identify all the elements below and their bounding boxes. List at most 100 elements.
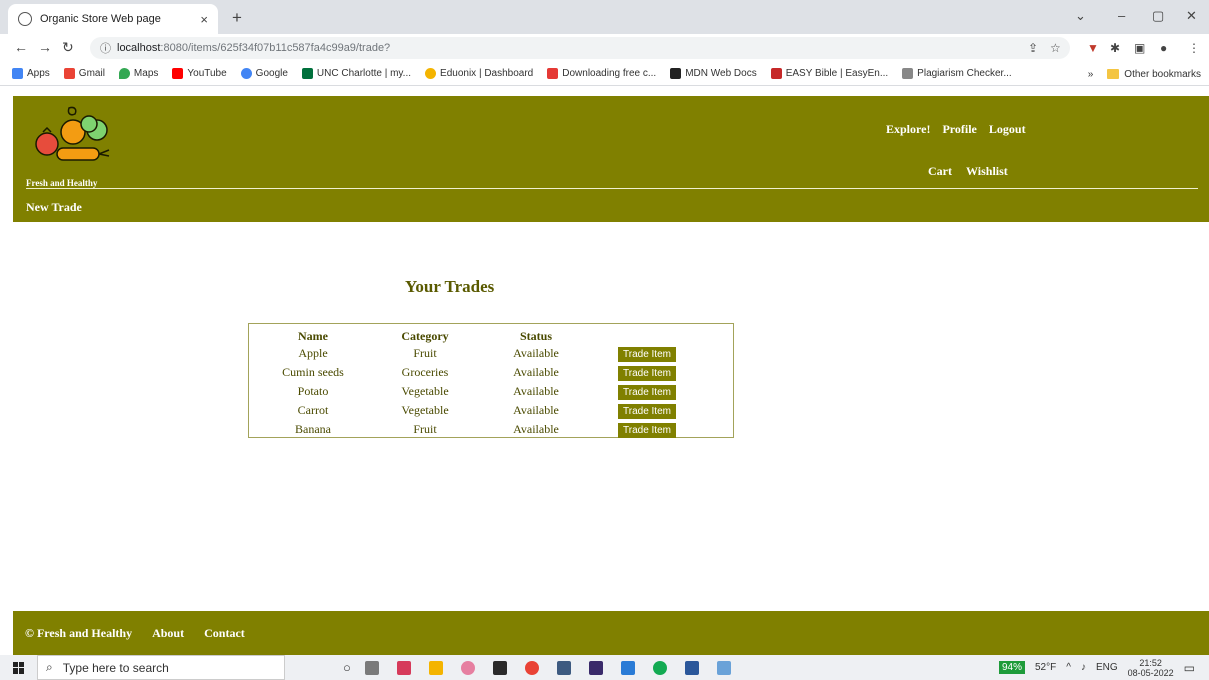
windows-start-icon[interactable] — [13, 661, 25, 674]
fruit-basket-logo[interactable] — [31, 104, 113, 172]
action-cell: Trade Item — [591, 382, 703, 401]
clock[interactable]: 21:52 08-05-2022 — [1128, 658, 1174, 678]
action-cell: Trade Item — [591, 401, 703, 420]
trade-item-button[interactable]: Trade Item — [618, 403, 676, 419]
app-icon[interactable] — [716, 660, 731, 675]
back-icon[interactable]: ← — [14, 39, 28, 55]
bookmark-item[interactable]: Google — [240, 68, 288, 79]
browser-tab[interactable]: Organic Store Web page × — [8, 4, 218, 34]
word-icon[interactable] — [684, 660, 699, 675]
bookmark-icon — [770, 68, 782, 79]
other-bookmarks-button[interactable]: Other bookmarks — [1124, 69, 1201, 80]
reload-icon[interactable]: ↻ — [62, 39, 74, 56]
vscode-icon[interactable] — [620, 660, 635, 675]
volume-icon[interactable]: ♪ — [1081, 662, 1086, 673]
task-view-icon[interactable] — [364, 660, 379, 675]
globe-icon — [18, 12, 32, 26]
bookmark-label: YouTube — [187, 68, 227, 79]
page-title: Your Trades — [405, 277, 495, 296]
item-status: Available — [513, 384, 559, 398]
trade-item-button[interactable]: Trade Item — [618, 346, 676, 362]
secondary-nav: Cart Wishlist — [928, 164, 1008, 179]
bookmark-icon — [547, 68, 559, 79]
cortana-icon[interactable]: ○ — [343, 660, 351, 675]
trades-table-container: Name Category Status Apple Fruit Availab… — [248, 323, 734, 438]
app-icon[interactable] — [492, 660, 507, 675]
bookmark-icon — [301, 68, 313, 79]
chrome-icon[interactable] — [524, 660, 539, 675]
bookmarks-overflow-button[interactable]: » — [1088, 69, 1094, 80]
bookmark-item[interactable]: Gmail — [63, 68, 105, 79]
table-row: Cumin seeds Groceries Available Trade It… — [257, 363, 703, 382]
bookmark-item[interactable]: Downloading free c... — [547, 68, 656, 79]
trade-item-button[interactable]: Trade Item — [618, 365, 676, 381]
bookmark-star-icon[interactable]: ☆ — [1050, 41, 1061, 55]
lang-indicator[interactable]: ENG — [1096, 662, 1118, 673]
bookmark-label: Apps — [27, 68, 50, 79]
share-icon[interactable]: ⇪ — [1028, 41, 1038, 55]
column-header-action — [591, 328, 703, 344]
footer-about-link[interactable]: About — [152, 626, 184, 641]
browser-toolbar: ← → ↻ ⓘ localhost :8080/items/625f34f07b… — [0, 34, 1209, 62]
bookmark-label: Gmail — [78, 68, 105, 79]
maximize-icon[interactable]: ▢ — [1152, 8, 1164, 24]
bookmark-item[interactable]: Plagiarism Checker... — [902, 68, 1012, 79]
bookmark-item[interactable]: UNC Charlotte | my... — [301, 68, 411, 79]
nav-profile-link[interactable]: Profile — [942, 122, 976, 137]
app-icon[interactable] — [396, 660, 411, 675]
sidepanel-icon[interactable]: ▣ — [1134, 41, 1145, 55]
item-category: Groceries — [401, 365, 449, 379]
address-bar[interactable]: ⓘ localhost :8080/items/625f34f07b11c587… — [90, 37, 1070, 59]
bookmarks-right: » Other bookmarks — [1088, 62, 1201, 86]
bookmark-icon — [902, 68, 914, 79]
extension-icon[interactable]: ▼ — [1087, 41, 1099, 55]
search-placeholder: Type here to search — [62, 660, 169, 675]
tab-search-icon[interactable]: ⌄ — [1075, 8, 1086, 24]
file-explorer-icon[interactable] — [428, 660, 443, 675]
action-cell: Trade Item — [591, 344, 703, 363]
bookmark-icon — [240, 68, 252, 79]
bookmark-item[interactable]: Eduonix | Dashboard — [425, 68, 533, 79]
app-icon[interactable] — [460, 660, 475, 675]
trade-item-button[interactable]: Trade Item — [618, 422, 676, 438]
app-icon[interactable] — [588, 660, 603, 675]
forward-icon[interactable]: → — [38, 39, 52, 55]
app-icon[interactable] — [556, 660, 571, 675]
url-host: localhost — [117, 42, 161, 54]
nav-explore-link[interactable]: Explore! — [886, 122, 930, 137]
trade-item-button[interactable]: Trade Item — [618, 384, 676, 400]
bookmark-item[interactable]: MDN Web Docs — [670, 68, 757, 79]
avatar[interactable]: ● — [1160, 41, 1167, 55]
puzzle-icon[interactable]: ✱ — [1110, 41, 1120, 55]
tab-close-icon[interactable]: × — [200, 12, 208, 27]
bookmark-item[interactable]: Maps — [118, 68, 158, 79]
nav-logout-link[interactable]: Logout — [989, 122, 1026, 137]
window-close-icon[interactable]: ✕ — [1186, 8, 1197, 24]
item-status: Available — [513, 346, 559, 360]
bookmarks-bar: Apps Gmail Maps YouTube Google UNC Charl… — [0, 62, 1209, 86]
battery-indicator[interactable]: 94% — [998, 661, 1025, 674]
item-category: Vegetable — [401, 403, 449, 417]
bookmark-icon — [12, 68, 23, 79]
nav-cart-link[interactable]: Cart — [928, 164, 952, 179]
nav-wishlist-link[interactable]: Wishlist — [966, 164, 1008, 179]
new-tab-button[interactable]: + — [232, 8, 242, 28]
bookmark-item[interactable]: EASY Bible | EasyEn... — [770, 68, 888, 79]
table-row: Carrot Vegetable Available Trade Item — [257, 401, 703, 420]
footer-contact-link[interactable]: Contact — [204, 626, 245, 641]
tray-chevron-icon[interactable]: ^ — [1066, 662, 1071, 673]
taskbar-search-input[interactable]: ⌕ Type here to search — [37, 655, 285, 680]
info-icon[interactable]: ⓘ — [100, 40, 111, 56]
item-status: Available — [513, 422, 559, 436]
table-row: Apple Fruit Available Trade Item — [257, 344, 703, 363]
bookmark-item[interactable]: YouTube — [172, 68, 227, 79]
menu-icon[interactable]: ⋮ — [1188, 41, 1200, 55]
new-trade-link[interactable]: New Trade — [26, 200, 82, 215]
app-icon[interactable] — [652, 660, 667, 675]
header-divider — [26, 188, 1198, 189]
notifications-icon[interactable]: ▭ — [1184, 661, 1195, 675]
minimize-icon[interactable]: – — [1118, 8, 1125, 23]
weather-text[interactable]: 52°F — [1035, 662, 1056, 673]
action-cell: Trade Item — [591, 363, 703, 382]
bookmark-item[interactable]: Apps — [12, 68, 50, 79]
